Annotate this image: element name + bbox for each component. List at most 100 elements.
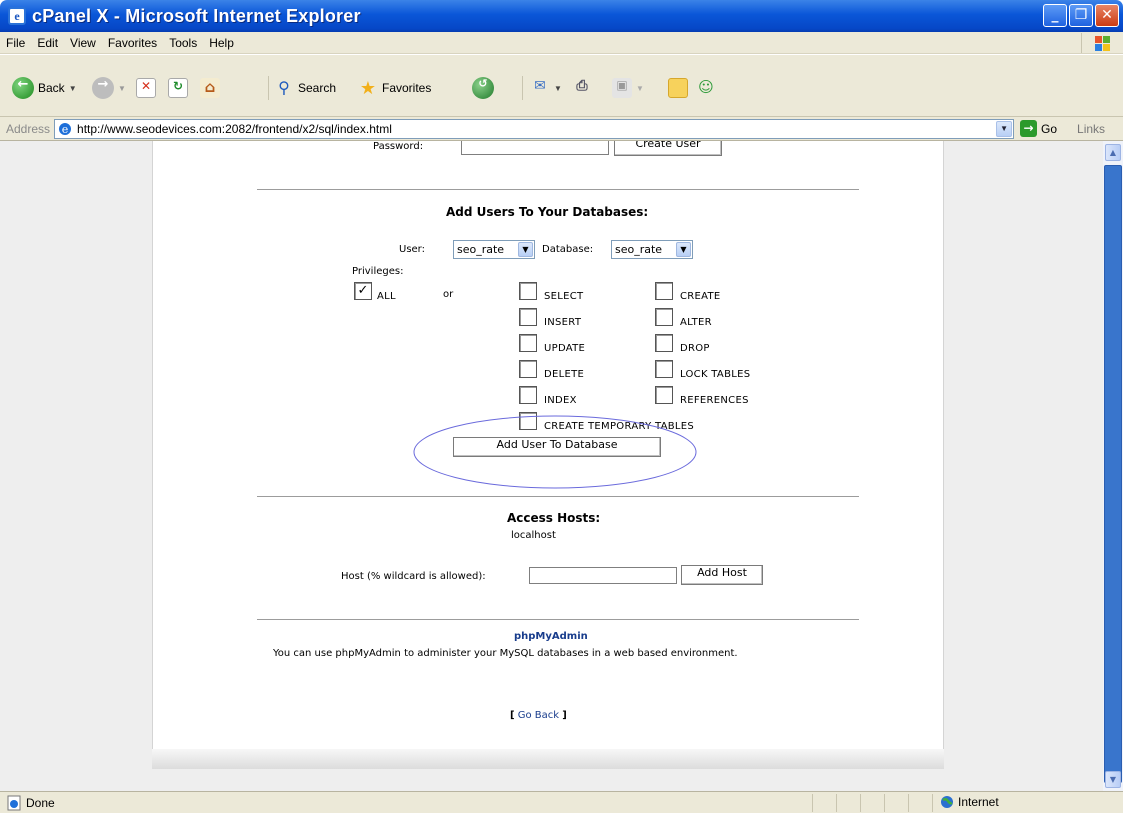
search-icon: ⚲ (278, 78, 290, 97)
menu-favorites[interactable]: Favorites (102, 36, 163, 50)
scroll-down-icon[interactable]: ▼ (1105, 771, 1121, 788)
address-dropdown-icon[interactable]: ▼ (996, 120, 1013, 137)
status-text: Done (26, 795, 55, 810)
privileges-label: Privileges: (352, 266, 404, 277)
host-label: Host (% wildcard is allowed): (341, 571, 486, 582)
database-select[interactable]: seo_rate ▼ (611, 240, 693, 259)
star-icon: ★ (359, 78, 377, 99)
status-segment (836, 794, 837, 812)
links-button[interactable]: Links (1077, 122, 1105, 136)
back-dropdown-icon[interactable]: ▼ (69, 84, 77, 93)
edit-dropdown-icon[interactable]: ▼ (636, 84, 644, 93)
globe-icon (941, 796, 953, 808)
favorites-label: Favorites (382, 81, 432, 95)
user-select-value: seo_rate (457, 243, 505, 256)
create-user-button[interactable]: Create User (614, 141, 722, 156)
refresh-icon: ↻ (168, 78, 188, 98)
refresh-button[interactable]: ↻ (168, 75, 188, 101)
password-input[interactable] (461, 141, 609, 155)
mail-button[interactable]: ✉ ▼ (530, 75, 562, 101)
forward-dropdown-icon[interactable]: ▼ (118, 84, 126, 93)
status-segment (908, 794, 909, 812)
go-back-link[interactable]: Go Back (518, 710, 559, 721)
database-select-value: seo_rate (615, 243, 663, 256)
menu-edit[interactable]: Edit (31, 36, 64, 50)
scrollbar-thumb[interactable] (1104, 165, 1122, 783)
home-icon: ⌂ (200, 78, 220, 98)
ie-icon: e (8, 7, 26, 25)
privilege-index-checkbox[interactable] (519, 386, 537, 404)
folder-button[interactable] (668, 75, 688, 101)
privilege-create-label: CREATE (680, 291, 721, 302)
window-title: cPanel X - Microsoft Internet Explorer (32, 5, 361, 26)
menu-help[interactable]: Help (203, 36, 240, 50)
title-bar: e cPanel X - Microsoft Internet Explorer… (0, 0, 1123, 32)
vertical-scrollbar[interactable]: ▲ ▼ (1103, 141, 1123, 791)
go-label: Go (1041, 121, 1058, 136)
status-segment (884, 794, 885, 812)
forward-arrow-icon: → (92, 77, 114, 99)
address-input[interactable]: e http://www.seodevices.com:2082/fronten… (54, 118, 1015, 139)
zone-indicator: Internet (940, 795, 999, 809)
home-button[interactable]: ⌂ (200, 75, 220, 101)
privilege-references-checkbox[interactable] (655, 386, 673, 404)
menu-file[interactable]: File (0, 36, 31, 50)
privilege-all-label: ALL (377, 291, 396, 302)
host-list-item: localhost (511, 530, 556, 541)
back-arrow-icon: ← (12, 77, 34, 99)
toolbar-separator (522, 76, 523, 100)
privilege-all-checkbox[interactable]: ✓ (354, 282, 372, 300)
privilege-alter-checkbox[interactable] (655, 308, 673, 326)
scroll-up-icon[interactable]: ▲ (1105, 144, 1121, 161)
or-label: or (443, 289, 454, 300)
menu-tools[interactable]: Tools (163, 36, 203, 50)
phpmyadmin-description: You can use phpMyAdmin to administer you… (273, 648, 738, 659)
add-host-button[interactable]: Add Host (681, 565, 763, 585)
back-button[interactable]: ← Back ▼ (12, 75, 77, 101)
favorites-button[interactable]: ★ Favorites (358, 75, 431, 101)
go-button[interactable]: → Go (1020, 120, 1057, 137)
privilege-select-checkbox[interactable] (519, 282, 537, 300)
divider (257, 189, 859, 190)
chevron-down-icon: ▼ (518, 242, 533, 257)
privilege-lock-tables-checkbox[interactable] (655, 360, 673, 378)
messenger-icon: ☺ (698, 78, 714, 96)
maximize-button[interactable]: ❐ (1069, 4, 1093, 27)
phpmyadmin-link[interactable]: phpMyAdmin (514, 631, 588, 642)
privilege-insert-label: INSERT (544, 317, 582, 328)
edit-button[interactable]: ▣ ▼ (612, 75, 644, 101)
chevron-down-icon: ▼ (676, 242, 691, 257)
mail-dropdown-icon[interactable]: ▼ (554, 84, 562, 93)
search-button[interactable]: ⚲ Search (274, 75, 336, 101)
privilege-insert-checkbox[interactable] (519, 308, 537, 326)
divider (257, 496, 859, 497)
annotation-ellipse (413, 415, 697, 489)
menu-view[interactable]: View (64, 36, 102, 50)
windows-logo-icon (1081, 33, 1119, 53)
privilege-update-label: UPDATE (544, 343, 586, 354)
privilege-delete-label: DELETE (544, 369, 585, 380)
forward-button[interactable]: → ▼ (92, 75, 126, 101)
status-bar: Done Internet (0, 791, 1123, 813)
privilege-create-checkbox[interactable] (655, 282, 673, 300)
privilege-delete-checkbox[interactable] (519, 360, 537, 378)
window-controls: _ ❐ ✕ (1043, 4, 1119, 27)
stop-button[interactable]: ✕ (136, 75, 156, 101)
host-input[interactable] (529, 567, 677, 584)
minimize-button[interactable]: _ (1043, 4, 1067, 27)
privilege-update-checkbox[interactable] (519, 334, 537, 352)
close-button[interactable]: ✕ (1095, 4, 1119, 27)
media-button[interactable]: ↺ (472, 75, 494, 101)
ie-icon: e (59, 122, 72, 136)
privilege-drop-checkbox[interactable] (655, 334, 673, 352)
privilege-alter-label: ALTER (680, 317, 712, 328)
access-hosts-heading: Access Hosts: (507, 511, 601, 525)
folder-icon (668, 78, 688, 98)
toolbar-separator (268, 76, 269, 100)
user-label: User: (399, 244, 425, 255)
print-button[interactable]: ⎙ (572, 75, 592, 101)
user-select[interactable]: seo_rate ▼ (453, 240, 535, 259)
messenger-button[interactable]: ☺ (696, 75, 716, 101)
status-segment (860, 794, 861, 812)
add-users-heading: Add Users To Your Databases: (446, 205, 649, 219)
